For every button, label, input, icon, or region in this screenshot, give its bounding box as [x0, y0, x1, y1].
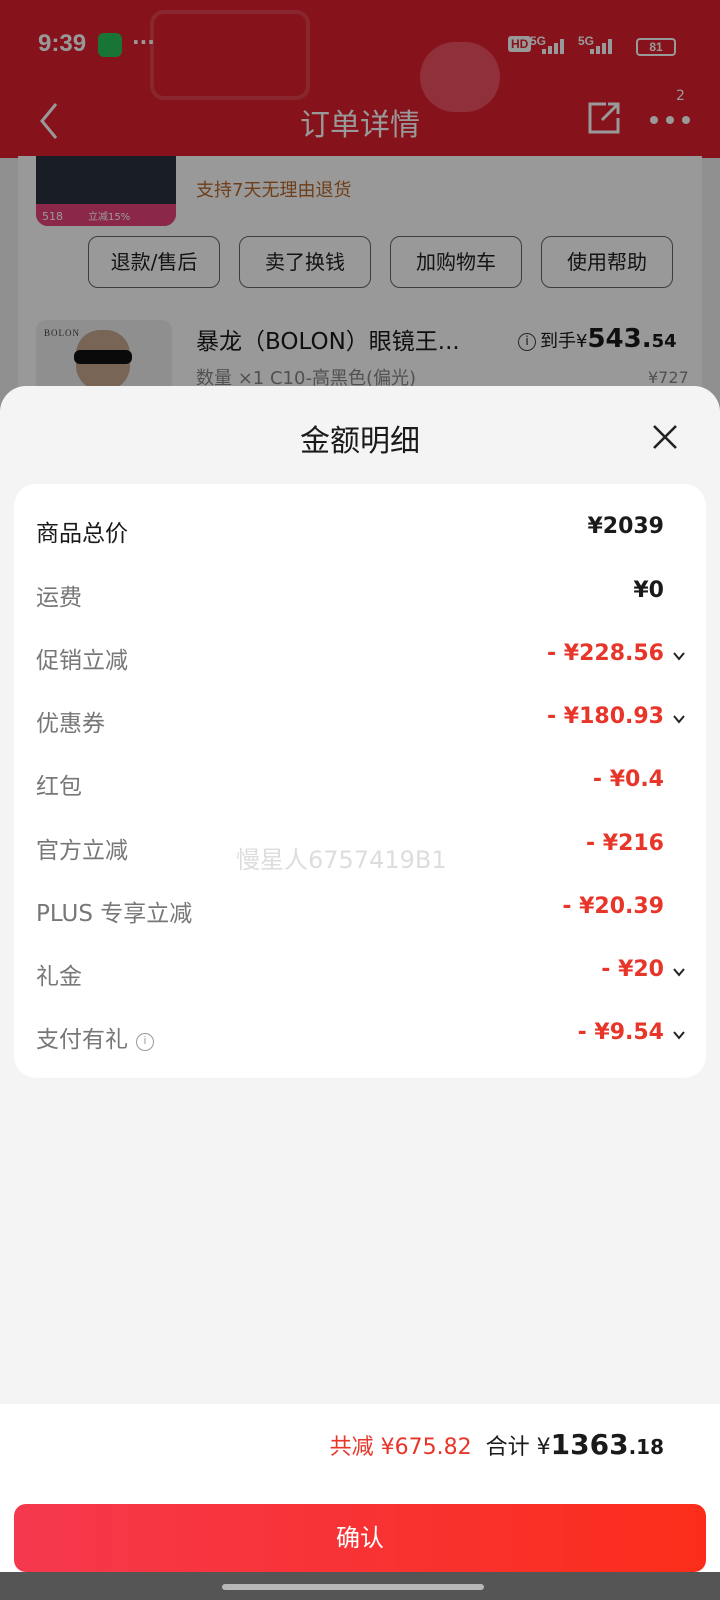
- row-value: - ¥20.39: [562, 894, 664, 919]
- close-icon[interactable]: [650, 422, 680, 452]
- row-goods-total: 商品总价 ¥2039: [14, 508, 706, 552]
- row-plus-discount: PLUS 专享立减 - ¥20.39: [14, 888, 706, 932]
- row-label: 商品总价: [36, 521, 128, 547]
- row-value: - ¥180.93: [547, 704, 664, 729]
- chevron-down-icon[interactable]: [672, 965, 686, 979]
- row-label: 运费: [36, 585, 82, 611]
- row-payment-gift[interactable]: 支付有礼 i - ¥9.54: [14, 1014, 706, 1058]
- row-label: 支付有礼: [36, 1027, 128, 1053]
- row-coupon[interactable]: 优惠券 - ¥180.93: [14, 698, 706, 742]
- row-red-packet: 红包 - ¥0.4: [14, 761, 706, 805]
- total-label: 合计: [485, 1435, 530, 1460]
- row-value: - ¥9.54: [577, 1020, 664, 1045]
- row-label: PLUS 专享立减: [36, 901, 193, 927]
- amount-detail-sheet: 金额明细 商品总价 ¥2039 运费 ¥0 促销立减 - ¥228.56 优惠券…: [0, 386, 720, 1600]
- chevron-down-icon[interactable]: [672, 649, 686, 663]
- row-value: - ¥20: [601, 957, 664, 982]
- confirm-button[interactable]: 确认: [14, 1504, 706, 1572]
- sheet-footer: 共减 ¥675.82 合计 ¥1363.18 确认: [0, 1404, 720, 1600]
- row-label: 红包: [36, 774, 82, 800]
- row-shipping: 运费 ¥0: [14, 572, 706, 616]
- row-value: ¥2039: [587, 514, 664, 539]
- total-currency: ¥: [536, 1435, 551, 1460]
- row-value: - ¥228.56: [547, 641, 664, 666]
- row-label: 官方立减: [36, 838, 128, 864]
- total-amount-dec: .18: [628, 1435, 664, 1459]
- row-gift-money[interactable]: 礼金 - ¥20: [14, 951, 706, 995]
- row-label-wrap: 支付有礼 i: [36, 1020, 154, 1054]
- row-value: - ¥216: [585, 831, 664, 856]
- sheet-title: 金额明细: [300, 424, 420, 459]
- row-promotion[interactable]: 促销立减 - ¥228.56: [14, 635, 706, 679]
- home-indicator[interactable]: [222, 1584, 484, 1590]
- total-amount-int: 1363: [550, 1428, 629, 1461]
- amount-detail-card: 商品总价 ¥2039 运费 ¥0 促销立减 - ¥228.56 优惠券 - ¥1…: [14, 484, 706, 1078]
- row-label: 礼金: [36, 964, 82, 990]
- total-saved: 共减 ¥675.82: [329, 1435, 472, 1460]
- row-label: 促销立减: [36, 648, 128, 674]
- watermark: 慢星人6757419B1: [236, 846, 447, 874]
- total-summary: 共减 ¥675.82 合计 ¥1363.18: [330, 1428, 664, 1461]
- chevron-down-icon[interactable]: [672, 1028, 686, 1042]
- row-label: 优惠券: [36, 711, 105, 737]
- row-value: ¥0: [633, 578, 664, 603]
- chevron-down-icon[interactable]: [672, 712, 686, 726]
- row-value: - ¥0.4: [592, 767, 664, 792]
- info-icon[interactable]: i: [136, 1033, 154, 1051]
